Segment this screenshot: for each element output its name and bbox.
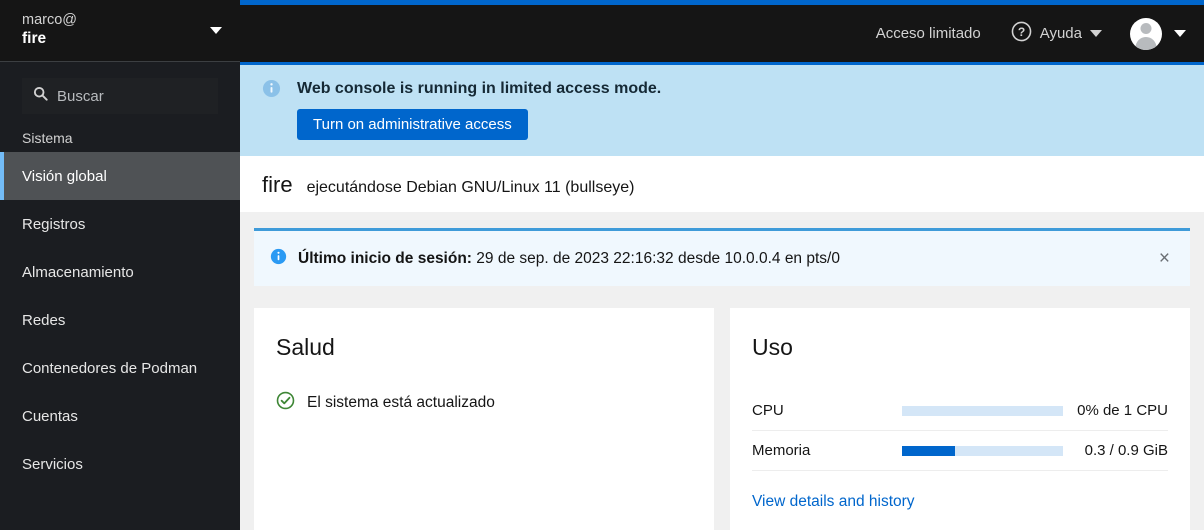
health-card-title: Salud: [276, 334, 335, 360]
sidebar-item-label: Visión global: [22, 167, 107, 185]
sidebar: marco@ fire Sistema Visión global: [0, 0, 240, 530]
usage-row-value: 0% de 1 CPU: [1077, 402, 1168, 419]
host-switcher[interactable]: marco@ fire: [0, 0, 240, 62]
sidebar-item-label: Contenedores de Podman: [22, 359, 198, 377]
usage-row-bar: [902, 431, 1077, 471]
sidebar-item-label: Redes: [22, 311, 66, 329]
help-menu-button[interactable]: ? Ayuda: [1011, 21, 1106, 46]
usage-table: CPU 0% de 1 CPU Memoria 0.3 / 0.9 GiB: [752, 391, 1168, 471]
sidebar-item-contenedores-podman[interactable]: Contenedores de Podman: [0, 344, 240, 392]
last-login-label: Último inicio de sesión:: [298, 249, 472, 267]
info-circle-icon: [262, 79, 281, 140]
topbar: Acceso limitado ? Ayuda: [240, 0, 1204, 62]
view-details-and-history-link[interactable]: View details and history: [752, 493, 915, 511]
usage-row-bar: [902, 391, 1077, 431]
sidebar-nav: Visión global Registros Almacenamiento R…: [0, 152, 240, 488]
overview-content: Último inicio de sesión: 29 de sep. de 2…: [240, 212, 1204, 530]
search-box[interactable]: [22, 78, 218, 114]
health-status-text: El sistema está actualizado: [307, 394, 495, 411]
sidebar-item-almacenamiento[interactable]: Almacenamiento: [0, 248, 240, 296]
overview-cards: Salud El sistema está actualizado Uso CP…: [254, 308, 1190, 530]
page-title-subtitle: ejecutándose Debian GNU/Linux 11 (bullse…: [306, 179, 635, 196]
limited-access-alert: Web console is running in limited access…: [240, 62, 1204, 156]
sidebar-item-label: Cuentas: [22, 407, 78, 425]
chevron-down-icon: [210, 27, 222, 34]
sidebar-item-cuentas[interactable]: Cuentas: [0, 392, 240, 440]
last-login-alert: Último inicio de sesión: 29 de sep. de 2…: [254, 228, 1190, 286]
limited-access-label: Acceso limitado: [875, 25, 981, 42]
memory-progress-track: [902, 445, 1064, 456]
cpu-progress-track: [902, 405, 1064, 416]
check-circle-icon: [276, 391, 295, 415]
info-circle-icon: [270, 248, 287, 270]
sidebar-item-label: Almacenamiento: [22, 263, 134, 281]
sidebar-item-vision-global[interactable]: Visión global: [0, 152, 240, 200]
health-card: Salud El sistema está actualizado: [254, 308, 714, 530]
usage-row-value: 0.3 / 0.9 GiB: [1084, 442, 1168, 459]
usage-card-title: Uso: [752, 334, 793, 360]
sidebar-username: marco@: [22, 12, 78, 29]
sidebar-item-redes[interactable]: Redes: [0, 296, 240, 344]
sidebar-item-label: Registros: [22, 215, 86, 233]
table-row: Memoria 0.3 / 0.9 GiB: [752, 431, 1168, 471]
sidebar-item-registros[interactable]: Registros: [0, 200, 240, 248]
svg-text:?: ?: [1018, 25, 1025, 39]
user-menu-button[interactable]: [1130, 17, 1190, 50]
memory-progress-fill: [902, 445, 956, 456]
turn-on-administrative-access-button[interactable]: Turn on administrative access: [297, 109, 528, 140]
sidebar-item-servicios[interactable]: Servicios: [0, 440, 240, 488]
page-title: fire ejecutándose Debian GNU/Linux 11 (b…: [240, 156, 1204, 212]
page-title-host: fire: [262, 172, 293, 197]
sidebar-hostname: fire: [22, 29, 47, 47]
user-avatar-icon: [1130, 17, 1162, 50]
cockpit-web-console: marco@ fire Sistema Visión global: [0, 0, 1204, 530]
usage-row-label: Memoria: [752, 442, 811, 459]
usage-row-label: CPU: [752, 402, 784, 419]
usage-card: Uso CPU 0% de 1 CPU Memoria 0.3 / 0.9 Gi…: [730, 308, 1190, 530]
limited-access-alert-title: Web console is running in limited access…: [297, 80, 662, 97]
main-content: Acceso limitado ? Ayuda Web console is r…: [240, 0, 1204, 530]
table-row: CPU 0% de 1 CPU: [752, 391, 1168, 431]
sidebar-group-title: Sistema: [22, 130, 73, 146]
last-login-detail: 29 de sep. de 2023 22:16:32 desde 10.0.0…: [471, 249, 840, 267]
search-icon: [33, 86, 48, 106]
last-login-text: Último inicio de sesión: 29 de sep. de 2…: [298, 250, 1142, 268]
host-switcher-text: marco@ fire: [22, 12, 210, 49]
question-circle-icon: ?: [1011, 21, 1032, 46]
chevron-down-icon: [1090, 30, 1102, 37]
search-input[interactable]: [57, 87, 207, 105]
close-icon[interactable]: ×: [1153, 247, 1176, 270]
health-status-row: El sistema está actualizado: [276, 391, 692, 415]
sidebar-search-wrap: [0, 62, 240, 114]
limited-access-alert-body: Web console is running in limited access…: [297, 79, 661, 140]
help-label: Ayuda: [1039, 25, 1082, 42]
chevron-down-icon: [1174, 30, 1186, 37]
sidebar-item-label: Servicios: [22, 455, 83, 473]
